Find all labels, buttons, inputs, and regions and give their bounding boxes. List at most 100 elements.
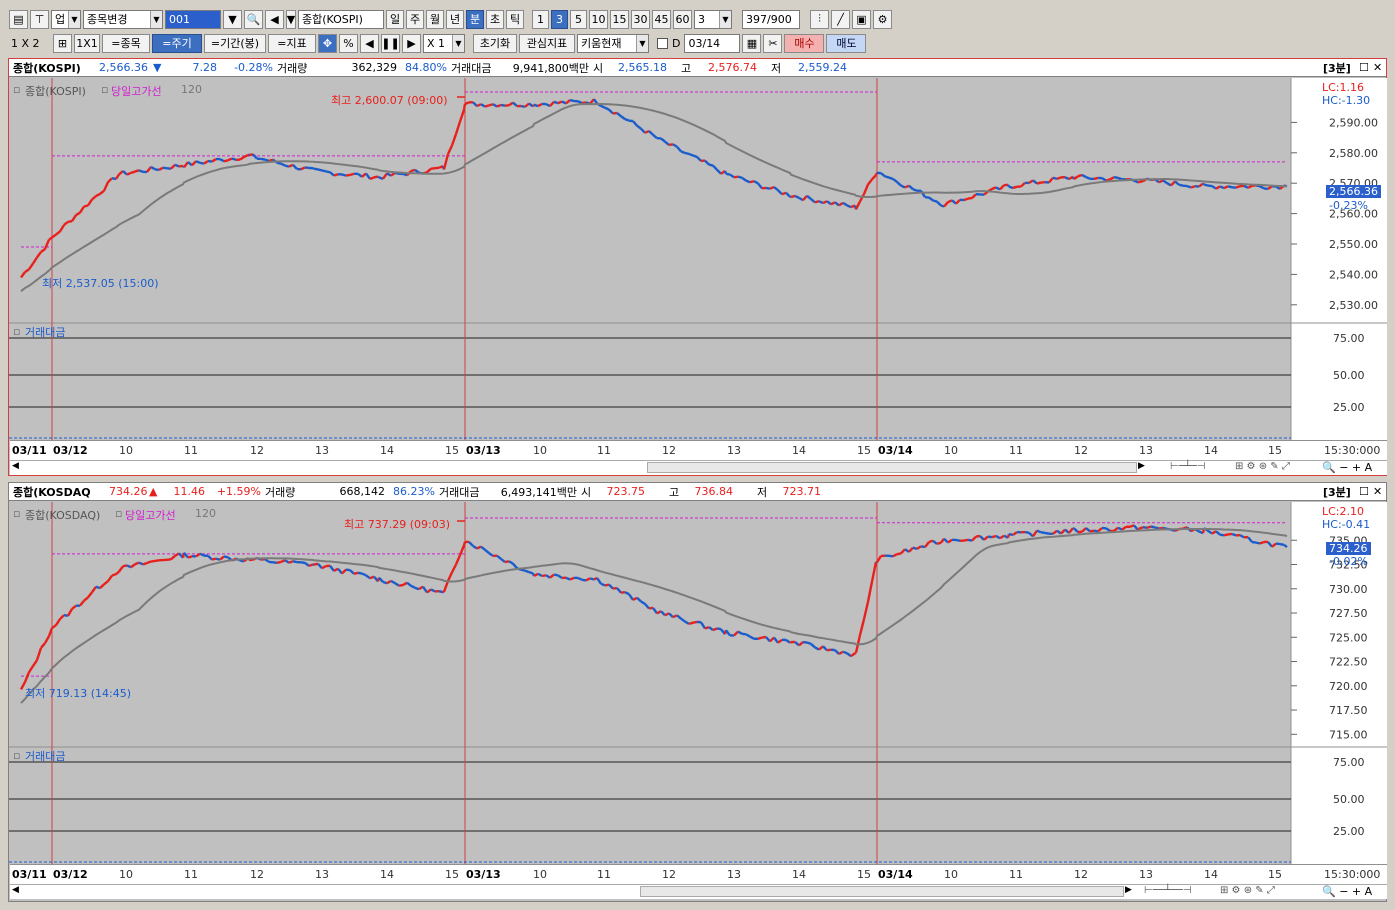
scroll-left-icon[interactable]: ◀ — [12, 461, 19, 471]
interest-indicator-button[interactable]: 관심지표 — [519, 33, 575, 53]
zoom-icons[interactable]: 🔍 − + A — [1322, 461, 1372, 474]
layout-1x1-button[interactable]: 1X1 — [74, 33, 100, 53]
zoom-icons[interactable]: 🔍 − + A — [1322, 885, 1372, 898]
price-segment — [1105, 527, 1111, 532]
close-icon[interactable]: ✕ — [1373, 485, 1382, 498]
scrollbar-thumb[interactable] — [647, 462, 1137, 473]
price-segment — [207, 554, 213, 561]
price-segment — [916, 545, 922, 550]
period-day-button[interactable]: 일 — [386, 9, 404, 29]
stock-change-select[interactable]: 종목변경 ▼ — [83, 9, 163, 29]
minute-select[interactable]: 3 ▼ — [694, 9, 732, 29]
price-segment — [1219, 533, 1225, 537]
zoom-select[interactable]: X 1 ▼ — [423, 33, 465, 53]
maximize-icon[interactable]: ☐ — [1359, 61, 1369, 74]
pin-icon[interactable]: ⊤ — [30, 9, 49, 29]
close-icon[interactable]: ✕ — [1373, 61, 1382, 74]
price-segment — [349, 172, 355, 177]
grid-icon[interactable]: ⊞ — [53, 33, 72, 53]
candle-icon[interactable]: ⫶ — [810, 9, 829, 29]
minute-15-button[interactable]: 15 — [610, 9, 629, 29]
pause-icon[interactable]: ❚❚ — [381, 33, 400, 53]
line-chart-icon[interactable]: ╱ — [831, 9, 850, 29]
calendar-icon[interactable]: ▦ — [742, 33, 762, 53]
scroll-right-icon[interactable]: ▶ — [1138, 461, 1145, 471]
price-segment — [67, 219, 73, 223]
reset-button[interactable]: 초기화 — [473, 33, 517, 53]
price-segment — [280, 162, 286, 167]
percent-button[interactable]: % — [339, 33, 358, 53]
price-chart-kospi[interactable]: 2,590.002,580.002,570.002,560.002,550.00… — [9, 78, 1387, 440]
price-segment — [1146, 525, 1152, 529]
period-second-button[interactable]: 초 — [486, 9, 504, 29]
crosshair-icon[interactable]: ✥ — [318, 33, 337, 53]
scrollbar-thumb[interactable] — [640, 886, 1124, 897]
indicator-button[interactable]: =지표 — [268, 33, 316, 53]
chevron-down-icon: ▼ — [452, 34, 464, 52]
open-value: 2,565.18 — [618, 61, 667, 74]
sell-button[interactable]: 매도 — [826, 33, 867, 53]
date-checkbox[interactable] — [657, 37, 668, 49]
minute-30-button[interactable]: 30 — [631, 9, 650, 29]
horizontal-scrollbar[interactable]: ◀ ▶ ⊢──┴──⊣ ⊞ ⚙ ⊛ ✎ ⤢ 🔍 − + A — [10, 884, 1387, 899]
price-segment — [524, 569, 530, 574]
speaker-icon[interactable]: ◀ — [265, 9, 284, 29]
price-segment — [1093, 529, 1099, 533]
price-segment — [442, 580, 450, 593]
price-segment — [187, 555, 193, 559]
minute-3-button[interactable]: 3 — [551, 9, 568, 29]
bar-count-field[interactable]: 397/900 — [742, 9, 800, 29]
period-week-button[interactable]: 주 — [406, 9, 424, 29]
minute-5-button[interactable]: 5 — [570, 9, 587, 29]
scroll-left-icon[interactable]: ◀ — [360, 33, 379, 53]
price-segment — [684, 620, 690, 625]
period-minute-button[interactable]: 분 — [466, 9, 484, 29]
window-menu-icon[interactable]: ▤ — [9, 9, 28, 29]
minute-60-button[interactable]: 60 — [673, 9, 692, 29]
period-tick-button[interactable]: 틱 — [506, 9, 524, 29]
item-button[interactable]: =종목 — [102, 33, 150, 53]
price-segment — [468, 541, 474, 547]
buy-button[interactable]: 매수 — [784, 33, 825, 53]
minute-10-button[interactable]: 10 — [589, 9, 608, 29]
period-month-button[interactable]: 월 — [426, 9, 444, 29]
price-segment — [600, 582, 606, 587]
chart-tools-icon[interactable]: ⊞ ⚙ ⊛ ✎ ⤢ — [1220, 885, 1275, 896]
amount-value: 9,941,800백만 — [512, 61, 589, 75]
panel-header: 종합(KOSPI) 2,566.36 ▼ 7.28 -0.28% 거래량 362… — [9, 59, 1386, 77]
maximize-icon[interactable]: ☐ — [1359, 485, 1369, 498]
layout-label[interactable]: 1 X 2 — [9, 37, 51, 50]
price-chart-kosdaq[interactable]: 735.00732.50730.00727.50725.00722.50720.… — [9, 502, 1387, 864]
scroll-right-icon[interactable]: ▶ — [402, 33, 421, 53]
price-segment — [589, 577, 595, 581]
save-icon[interactable]: ▣ — [852, 9, 871, 29]
market-select[interactable]: 업 ▼ — [51, 9, 81, 29]
search-icon[interactable]: 🔍 — [244, 9, 263, 29]
price-segment — [154, 559, 160, 563]
minute-1-button[interactable]: 1 — [532, 9, 549, 29]
date-input[interactable]: 03/14 — [684, 33, 741, 53]
volume-label: 거래량 — [265, 485, 296, 499]
price-segment — [798, 641, 804, 647]
chart-tools-icon[interactable]: ⊞ ⚙ ⊛ ✎ ⤢ — [1235, 461, 1290, 472]
gear-icon[interactable]: ⚙ — [873, 9, 892, 29]
scroll-right-icon[interactable]: ▶ — [1125, 885, 1132, 895]
scroll-left-icon[interactable]: ◀ — [12, 885, 19, 895]
horizontal-scrollbar[interactable]: ◀ ▶ ⊢─┴─⊣ ⊞ ⚙ ⊛ ✎ ⤢ 🔍 − + A — [10, 460, 1387, 475]
cycle-button[interactable]: =주기 — [152, 33, 202, 53]
minute-45-button[interactable]: 45 — [652, 9, 671, 29]
chevron-down-icon[interactable]: ▼ — [286, 9, 296, 29]
price-segment — [239, 156, 245, 161]
scissors-icon[interactable]: ✂ — [763, 33, 783, 53]
price-segment — [1271, 542, 1277, 548]
code-input[interactable]: 001 — [165, 9, 221, 29]
lc-label: LC:1.16 — [1322, 81, 1365, 94]
dropdown-icon[interactable]: ▼ — [223, 9, 242, 29]
zoom-slider[interactable]: ⊢─┴─⊣ — [1170, 461, 1205, 472]
period-year-button[interactable]: 년 — [446, 9, 464, 29]
kiwoom-select[interactable]: 키움현재 ▼ — [577, 33, 649, 53]
zoom-slider[interactable]: ⊢──┴──⊣ — [1144, 885, 1192, 896]
price-segment — [292, 163, 298, 170]
price-segment — [741, 176, 747, 182]
period-bars-button[interactable]: =기간(봉) — [204, 33, 266, 53]
